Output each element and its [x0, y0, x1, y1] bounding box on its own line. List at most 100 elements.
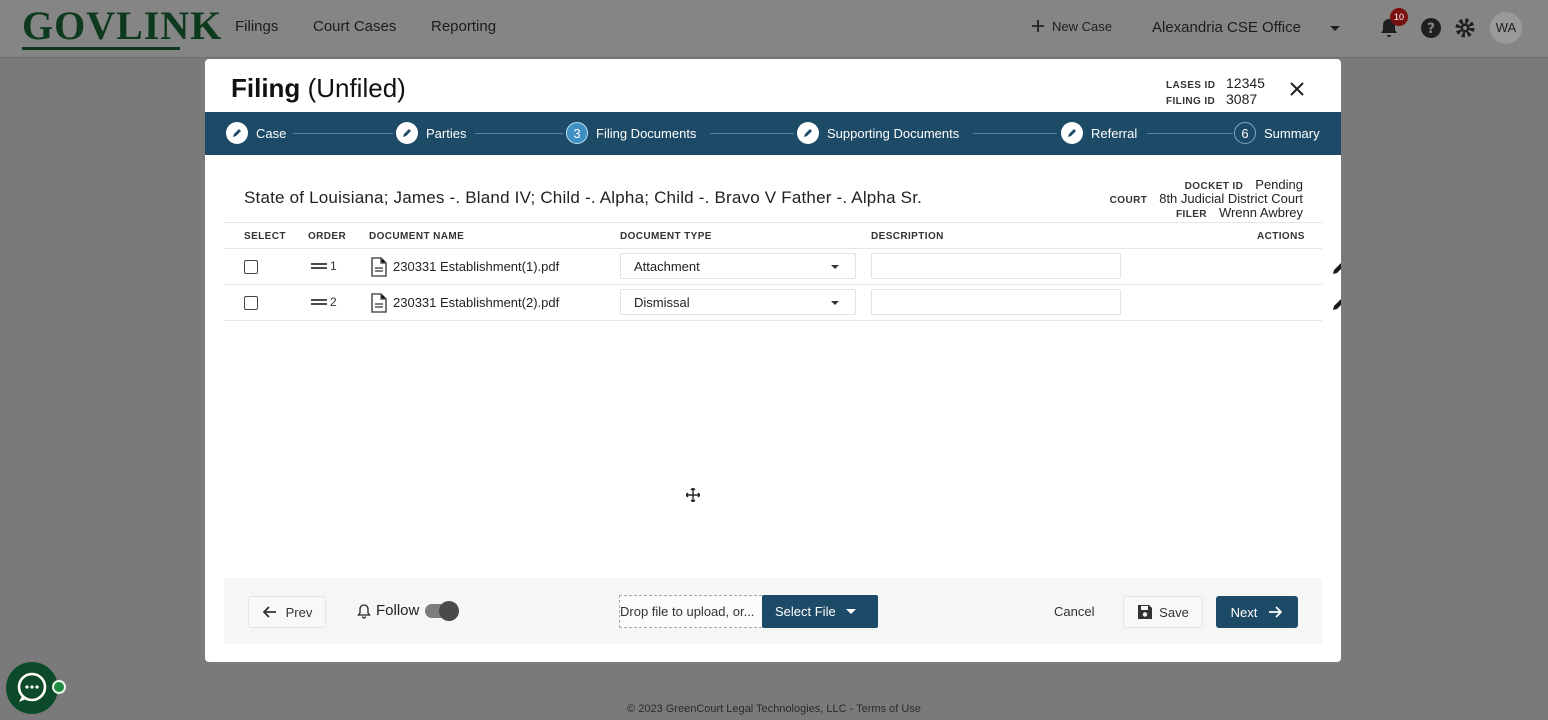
- step-label: Supporting Documents: [827, 125, 960, 141]
- arrow-right-icon: [1269, 606, 1283, 618]
- select-checkbox[interactable]: [244, 260, 258, 274]
- drag-handle-icon[interactable]: [311, 261, 327, 271]
- logo-underline: [22, 47, 180, 50]
- col-order: ORDER: [308, 231, 347, 242]
- order-number: 2: [330, 295, 337, 309]
- docket-id-value: Pending: [1255, 177, 1303, 192]
- col-actions: ACTIONS: [1257, 231, 1305, 242]
- follow-label: Follow: [376, 602, 420, 619]
- cancel-button[interactable]: Cancel: [1054, 604, 1094, 619]
- pencil-icon: [226, 122, 248, 144]
- pencil-icon: [797, 122, 819, 144]
- select-file-button[interactable]: Select File: [762, 595, 878, 628]
- pencil-icon[interactable]: [1330, 293, 1341, 313]
- help-icon[interactable]: ?: [1419, 16, 1443, 40]
- nav-reporting[interactable]: Reporting: [431, 18, 496, 35]
- follow-control: Follow: [356, 602, 419, 619]
- step-supporting-documents[interactable]: Supporting Documents: [797, 122, 959, 144]
- table-header: SELECT ORDER DOCUMENT NAME DOCUMENT TYPE…: [224, 222, 1322, 249]
- plus-icon: [1032, 20, 1044, 32]
- logo-text: GOVLINK: [22, 3, 223, 48]
- lases-id-value: 12345: [1226, 75, 1265, 91]
- nav-court-cases[interactable]: Court Cases: [313, 18, 396, 35]
- document-type-value: Dismissal: [634, 295, 690, 310]
- order-number: 1: [330, 259, 337, 273]
- online-status-dot: [52, 680, 66, 694]
- pencil-icon: [1061, 122, 1083, 144]
- filing-ids: LASES ID 12345 FILING ID 3087: [1166, 75, 1265, 107]
- save-icon: [1138, 605, 1153, 619]
- document-type-select[interactable]: Dismissal: [620, 289, 856, 315]
- save-button[interactable]: Save: [1123, 596, 1203, 628]
- step-label: Case: [256, 125, 287, 141]
- select-file-label: Select File: [775, 604, 836, 619]
- modal-footer: Prev Follow Drop file to upload, or... S…: [224, 578, 1322, 644]
- description-input[interactable]: [871, 253, 1121, 279]
- step-filing-documents[interactable]: 3 Filing Documents: [566, 122, 696, 144]
- col-document-type: DOCUMENT TYPE: [620, 231, 712, 242]
- top-nav: GOVLINK Filings Court Cases Reporting Ne…: [0, 0, 1548, 58]
- chevron-down-icon: [831, 301, 839, 305]
- step-label: Parties: [426, 125, 467, 141]
- col-document-name: DOCUMENT NAME: [369, 231, 465, 242]
- step-case[interactable]: Case: [226, 122, 286, 144]
- save-label: Save: [1159, 604, 1189, 620]
- document-type-select[interactable]: Attachment: [620, 253, 856, 279]
- pencil-icon[interactable]: [1330, 257, 1341, 277]
- modal-title-status: (Unfiled): [307, 73, 406, 103]
- step-referral[interactable]: Referral: [1061, 122, 1137, 144]
- chevron-down-icon[interactable]: [1330, 26, 1340, 31]
- step-label: Filing Documents: [596, 125, 697, 141]
- govlink-logo[interactable]: GOVLINK: [22, 6, 221, 50]
- col-description: DESCRIPTION: [871, 231, 944, 242]
- filer-label: FILER: [1176, 209, 1207, 220]
- next-label: Next: [1230, 604, 1258, 620]
- filing-id-label: FILING ID: [1166, 96, 1216, 107]
- new-case-label: New Case: [1052, 18, 1112, 34]
- document-icon: [371, 293, 387, 313]
- step-parties[interactable]: Parties: [396, 122, 466, 144]
- drag-handle-icon[interactable]: [311, 297, 327, 307]
- select-checkbox[interactable]: [244, 296, 258, 310]
- court-label: COURT: [1109, 195, 1148, 206]
- step-number: 3: [566, 122, 588, 144]
- document-icon: [371, 257, 387, 277]
- document-name-link[interactable]: 230331 Establishment(1).pdf: [393, 259, 559, 274]
- new-case-button[interactable]: New Case: [1030, 18, 1112, 34]
- bell-outline-icon: [357, 603, 371, 619]
- description-input[interactable]: [871, 289, 1121, 315]
- nav-filings[interactable]: Filings: [235, 18, 278, 35]
- document-type-value: Attachment: [634, 259, 700, 274]
- modal-title-main: Filing: [231, 73, 301, 103]
- chat-button[interactable]: [6, 662, 58, 714]
- file-dropzone[interactable]: Drop file to upload, or... Select File: [619, 595, 878, 628]
- document-name-link[interactable]: 230331 Establishment(2).pdf: [393, 295, 559, 310]
- move-cursor-icon: [686, 488, 700, 502]
- step-connector: [710, 133, 794, 134]
- step-connector: [475, 133, 563, 134]
- close-icon[interactable]: [1287, 79, 1307, 99]
- follow-toggle[interactable]: [425, 601, 459, 621]
- chevron-down-icon: [831, 265, 839, 269]
- caret-down-icon: [845, 609, 856, 614]
- step-summary[interactable]: 6 Summary: [1234, 122, 1320, 144]
- svg-text:?: ?: [1427, 21, 1435, 37]
- prev-label: Prev: [285, 604, 313, 620]
- step-label: Summary: [1264, 125, 1320, 141]
- filing-modal: Filing (Unfiled) LASES ID 12345 FILING I…: [205, 59, 1341, 662]
- step-connector: [293, 133, 393, 134]
- pencil-icon: [396, 122, 418, 144]
- step-connector: [1147, 133, 1233, 134]
- next-button[interactable]: Next: [1216, 596, 1298, 628]
- court-value: 8th Judicial District Court: [1159, 191, 1303, 206]
- step-connector: [973, 133, 1057, 134]
- avatar[interactable]: WA: [1490, 12, 1522, 44]
- documents-table: SELECT ORDER DOCUMENT NAME DOCUMENT TYPE…: [224, 222, 1341, 321]
- office-selector[interactable]: Alexandria CSE Office: [1152, 19, 1301, 36]
- filer-value: Wrenn Awbrey: [1218, 205, 1303, 220]
- gear-icon[interactable]: [1453, 16, 1477, 40]
- col-select: SELECT: [244, 231, 286, 242]
- modal-title: Filing (Unfiled): [231, 73, 406, 104]
- table-row: 2 230331 Establishment(2).pdf Dismissal: [224, 285, 1341, 321]
- prev-button[interactable]: Prev: [248, 596, 326, 628]
